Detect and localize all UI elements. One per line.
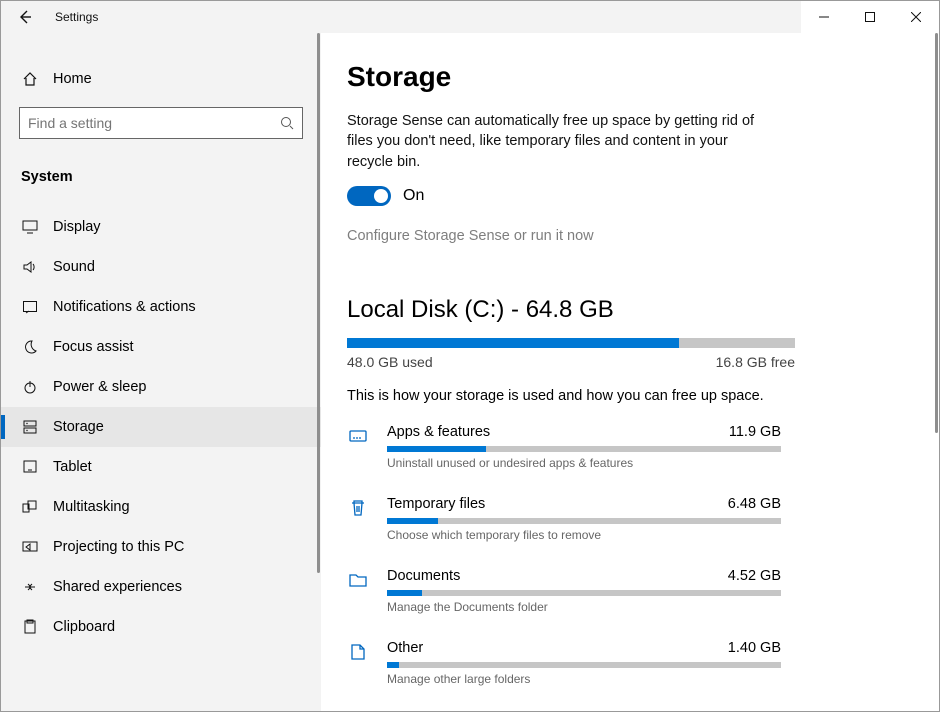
home-label: Home [53,71,92,87]
category-bar [387,446,781,452]
sidebar-nav: Display Sound Notifications & actions Focus… [1,193,321,647]
storage-sense-description: Storage Sense can automatically free up … [347,111,777,172]
category-name: Other [387,640,423,656]
main-scrollbar[interactable] [933,33,939,711]
other-icon [347,640,369,686]
shared-icon [21,579,39,595]
category-hint: Choose which temporary files to remove [387,528,913,542]
sidebar-item-focus-assist[interactable]: Focus assist [1,327,321,367]
sidebar-item-home[interactable]: Home [1,63,321,95]
sidebar-item-label: Power & sleep [53,379,147,395]
sidebar-item-tablet[interactable]: Tablet [1,447,321,487]
projecting-icon [21,539,39,555]
category-size: 4.52 GB [728,568,781,584]
search-field[interactable] [28,115,280,131]
moon-icon [21,339,39,355]
disk-legend: 48.0 GB used 16.8 GB free [347,354,795,370]
storage-category-apps-features[interactable]: Apps & features 11.9 GB Uninstall unused o… [347,424,913,470]
sidebar: Home System Display Sound Notifications & … [1,33,321,711]
folder-icon [347,568,369,614]
sidebar-item-label: Shared experiences [53,579,182,595]
used-label: 48.0 GB used [347,354,433,370]
sidebar-item-label: Clipboard [53,619,115,635]
category-name: Temporary files [387,496,485,512]
usage-description: This is how your storage is used and how… [347,388,913,404]
apps-icon [347,424,369,470]
search-icon [280,116,294,130]
trash-icon [347,496,369,542]
category-hint: Manage the Documents folder [387,600,913,614]
storage-category-other[interactable]: Other 1.40 GB Manage other large folders [347,640,913,686]
storage-icon [21,419,39,435]
tablet-icon [21,459,39,475]
category-name: Apps & features [387,424,490,440]
app-title: Settings [49,10,98,24]
category-bar [387,662,781,668]
category-size: 6.48 GB [728,496,781,512]
sidebar-item-label: Storage [53,419,104,435]
sidebar-item-storage[interactable]: Storage [1,407,321,447]
category-name: Documents [387,568,460,584]
toggle-label: On [403,187,424,205]
sidebar-item-power-sleep[interactable]: Power & sleep [1,367,321,407]
sidebar-item-label: Tablet [53,459,92,475]
category-bar [387,518,781,524]
sidebar-item-multitasking[interactable]: Multitasking [1,487,321,527]
sidebar-item-label: Notifications & actions [53,299,196,315]
multitasking-icon [21,499,39,515]
sidebar-item-shared-experiences[interactable]: Shared experiences [1,567,321,607]
arrow-left-icon [17,9,33,25]
free-label: 16.8 GB free [716,354,795,370]
category-size: 1.40 GB [728,640,781,656]
sidebar-item-label: Projecting to this PC [53,539,184,555]
storage-category-documents[interactable]: Documents 4.52 GB Manage the Documents fol… [347,568,913,614]
storage-categories: Apps & features 11.9 GB Uninstall unused o… [347,424,913,686]
sidebar-item-label: Display [53,219,101,235]
power-icon [21,379,39,395]
sidebar-item-display[interactable]: Display [1,207,321,247]
category-hint: Uninstall unused or undesired apps & fea… [387,456,913,470]
scrollbar-thumb[interactable] [317,33,320,573]
sidebar-item-notifications-actions[interactable]: Notifications & actions [1,287,321,327]
disk-usage-fill [347,338,679,348]
page-title: Storage [347,61,913,93]
storage-category-temporary-files[interactable]: Temporary files 6.48 GB Choose which tempo… [347,496,913,542]
home-icon [21,71,39,87]
window-controls [801,1,939,33]
sidebar-item-label: Multitasking [53,499,130,515]
minimize-button[interactable] [801,1,847,33]
display-icon [21,219,39,235]
sidebar-item-projecting-to-this-pc[interactable]: Projecting to this PC [1,527,321,567]
disk-title: Local Disk (C:) - 64.8 GB [347,296,913,324]
storage-sense-toggle[interactable] [347,186,391,206]
category-size: 11.9 GB [729,424,781,440]
sidebar-item-clipboard[interactable]: Clipboard [1,607,321,647]
titlebar: Settings [1,1,939,33]
notifications-icon [21,299,39,315]
maximize-button[interactable] [847,1,893,33]
main-content: Storage Storage Sense can automatically … [321,33,939,711]
clipboard-icon [21,619,39,635]
sidebar-item-label: Sound [53,259,95,275]
category-hint: Manage other large folders [387,672,913,686]
sidebar-section-label: System [1,151,321,193]
close-button[interactable] [893,1,939,33]
sidebar-item-label: Focus assist [53,339,134,355]
category-bar [387,590,781,596]
back-button[interactable] [1,1,49,33]
sidebar-item-sound[interactable]: Sound [1,247,321,287]
scrollbar-thumb[interactable] [935,33,938,433]
disk-usage-bar [347,338,795,348]
configure-storage-sense-link[interactable]: Configure Storage Sense or run it now [347,228,913,244]
sound-icon [21,259,39,275]
search-input[interactable] [19,107,303,139]
